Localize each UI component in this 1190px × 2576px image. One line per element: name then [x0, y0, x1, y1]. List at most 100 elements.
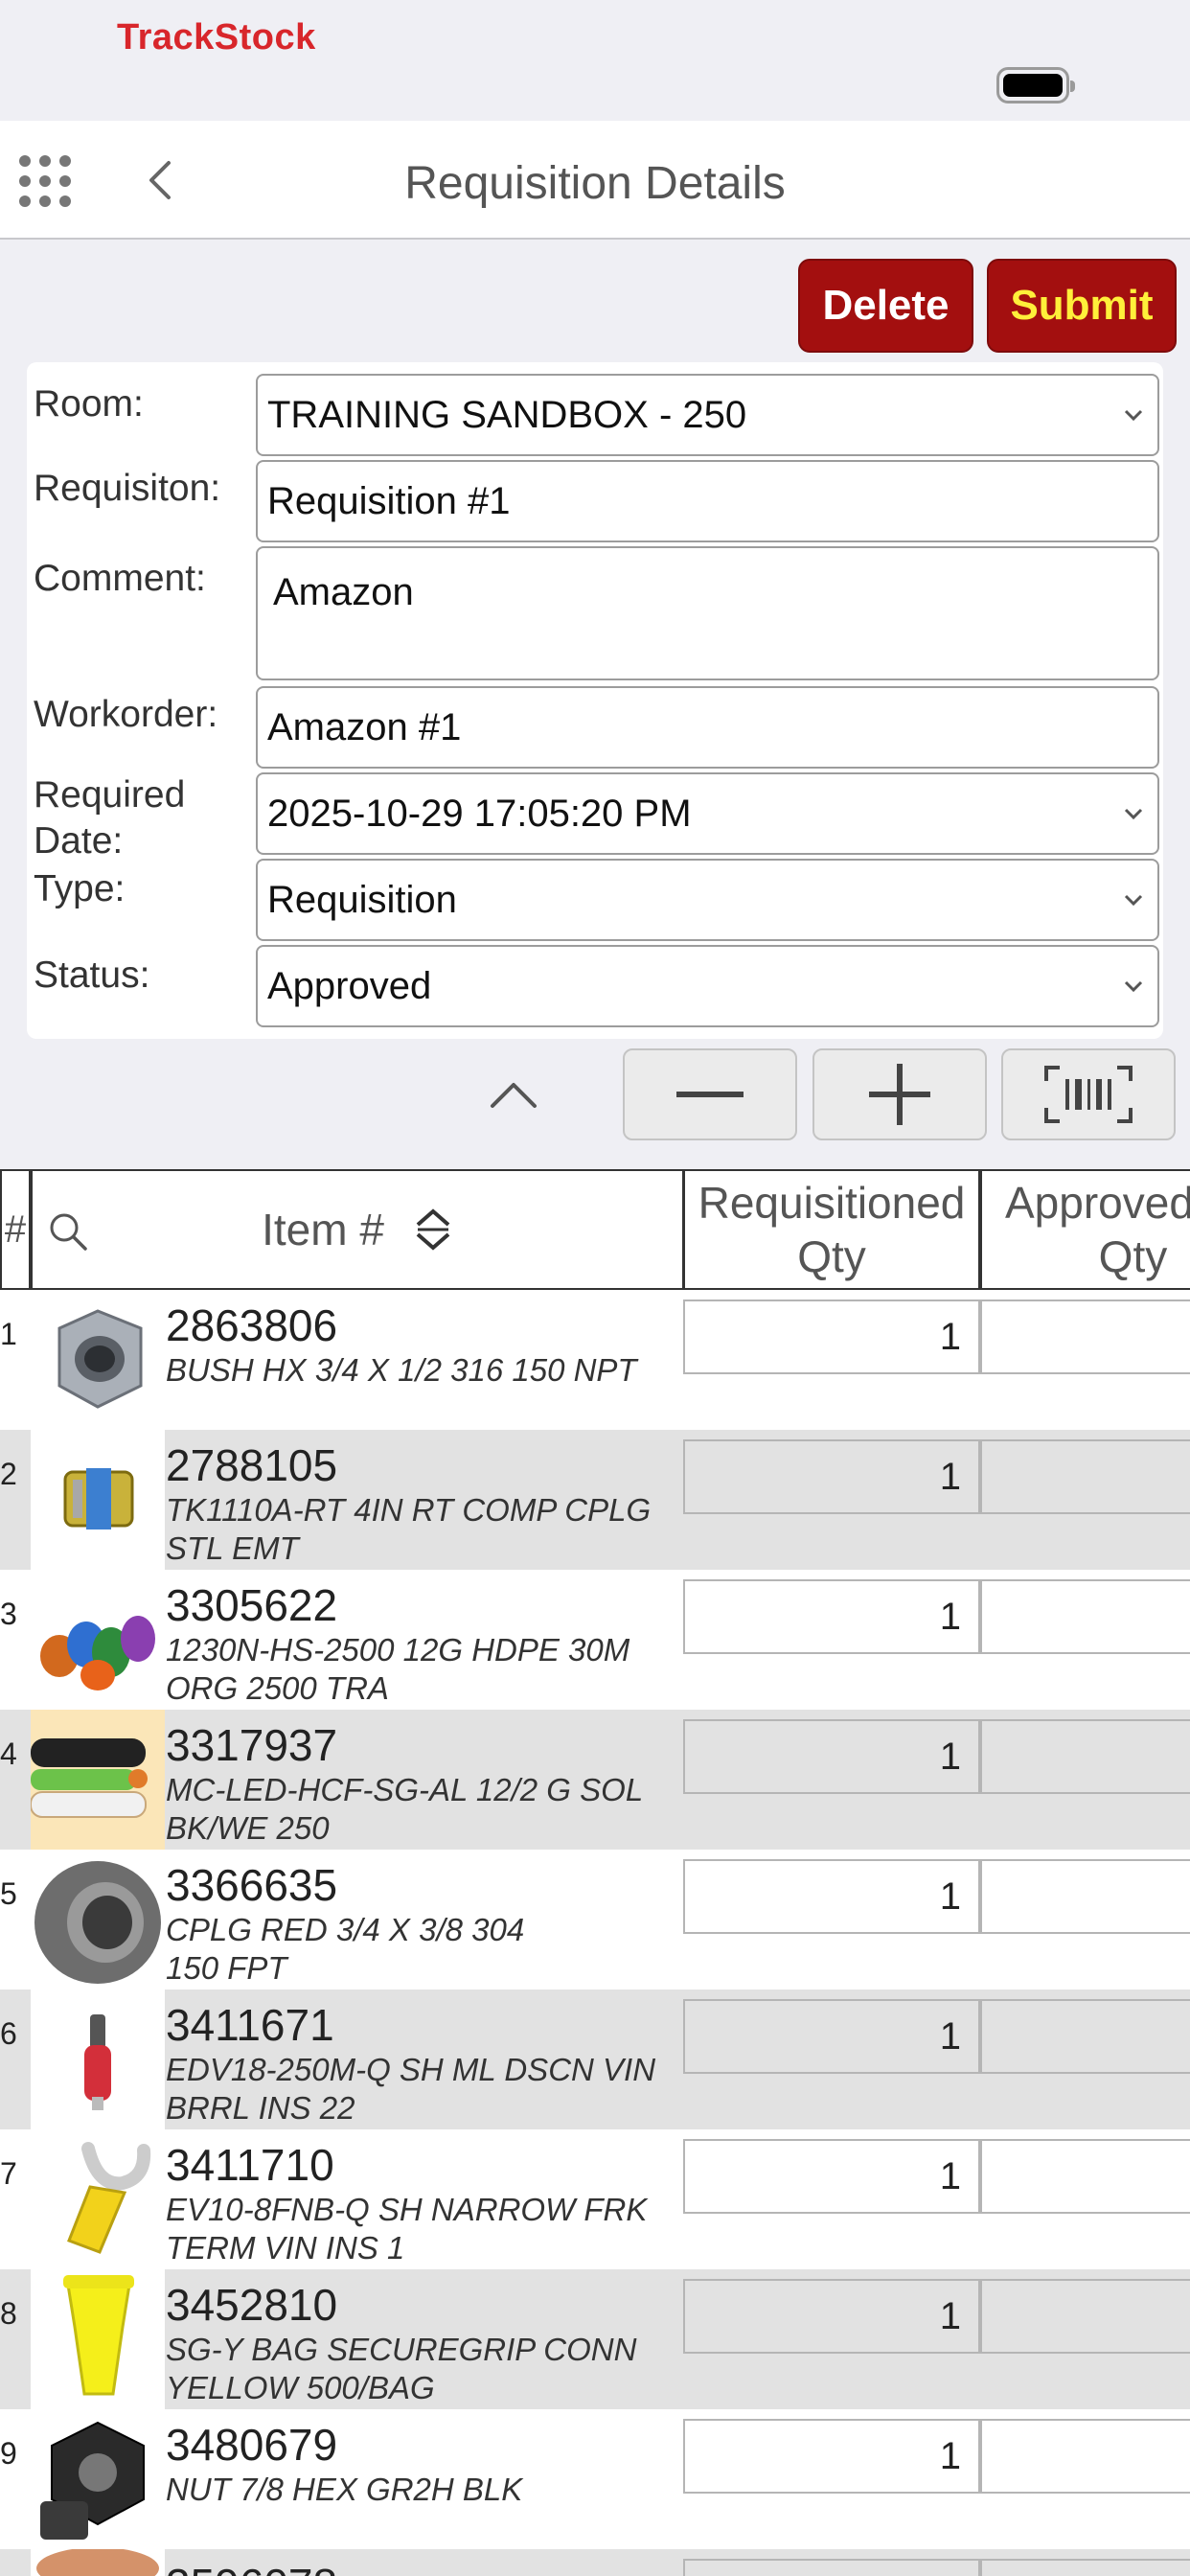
table-row[interactable]: 6 3411671 EDV18-250M-Q SH ML DSCN VIN BR… [0, 1990, 1190, 2129]
item-code: 2863806 [166, 1300, 338, 1350]
items-table-header: # Item # Requisitioned Qty Approved Qty [0, 1169, 1190, 1290]
col-header-approved-qty: Approved Qty [980, 1169, 1190, 1290]
status-label: Status: [34, 954, 150, 996]
table-row[interactable]: 9 3480679 NUT 7/8 HEX GR2H BLK 1 [0, 2409, 1190, 2549]
chevron-down-icon [1124, 808, 1143, 820]
type-value: Requisition [267, 878, 457, 921]
item-thumbnail [31, 2269, 165, 2409]
item-thumbnail [31, 2549, 165, 2576]
col-header-item-label: Item # [262, 1205, 384, 1254]
requisition-value: Requisition #1 [267, 479, 511, 522]
item-thumbnail [31, 1570, 165, 1710]
item-description: 1230N-HS-2500 12G HDPE 30M ORG 2500 TRA [166, 1632, 630, 1706]
submit-button[interactable]: Submit [987, 259, 1177, 353]
approved-qty-input[interactable] [980, 1719, 1190, 1794]
required-date-value: 2025-10-29 17:05:20 PM [267, 792, 692, 835]
workorder-input[interactable]: Amazon #1 [256, 686, 1159, 769]
item-description: EDV18-250M-Q SH ML DSCN VIN BRRL INS 22 [166, 2052, 656, 2126]
row-number: 6 [0, 2016, 17, 2051]
approved-qty-input[interactable] [980, 2279, 1190, 2354]
comment-label: Comment: [34, 558, 206, 599]
approved-qty-input[interactable] [980, 1300, 1190, 1374]
room-label: Room: [34, 383, 144, 425]
requisitioned-qty-input[interactable]: 1 [683, 1579, 980, 1654]
approved-qty-input[interactable] [980, 1859, 1190, 1934]
row-number: 3 [0, 1597, 17, 1631]
item-description: EV10-8FNB-Q SH NARROW FRK TERM VIN INS 1 [166, 2192, 648, 2266]
table-row[interactable]: 7 3411710 EV10-8FNB-Q SH NARROW FRK TERM… [0, 2129, 1190, 2269]
item-thumbnail [31, 1710, 165, 1850]
item-thumbnail [31, 1430, 165, 1570]
requisitioned-qty-input[interactable]: 1 [683, 2279, 980, 2354]
item-thumbnail [31, 1290, 165, 1430]
table-row[interactable]: 10 3596078 1 [0, 2549, 1190, 2576]
row-number: 9 [0, 2436, 17, 2471]
type-select[interactable]: Requisition [256, 859, 1159, 941]
room-value: TRAINING SANDBOX - 250 [267, 393, 747, 436]
requisitioned-qty-input[interactable]: 1 [683, 2559, 980, 2576]
item-code: 3317937 [166, 1720, 338, 1770]
barcode-scan-button[interactable] [1001, 1048, 1176, 1140]
table-row[interactable]: 5 3366635 CPLG RED 3/4 X 3/8 304 150 FPT… [0, 1850, 1190, 1990]
row-number: 1 [0, 1317, 17, 1351]
minus-icon [676, 1092, 744, 1097]
requisition-label: Requisiton: [34, 468, 221, 509]
row-number: 8 [0, 2296, 17, 2331]
table-row[interactable]: 8 3452810 SG-Y BAG SECUREGRIP CONN YELLO… [0, 2269, 1190, 2409]
plus-icon [869, 1064, 930, 1125]
requisitioned-qty-input[interactable]: 1 [683, 1859, 980, 1934]
approved-qty-input[interactable] [980, 2559, 1190, 2576]
delete-button[interactable]: Delete [798, 259, 973, 353]
increase-button[interactable] [812, 1048, 987, 1140]
table-row[interactable]: 3 3305622 1230N-HS-2500 12G HDPE 30M ORG… [0, 1570, 1190, 1710]
item-thumbnail [31, 1850, 165, 1990]
requisitioned-qty-input[interactable]: 1 [683, 1719, 980, 1794]
search-icon[interactable] [48, 1211, 88, 1252]
requisitioned-qty-input[interactable]: 1 [683, 1300, 980, 1374]
workorder-label: Workorder: [34, 694, 218, 735]
approved-qty-input[interactable] [980, 1439, 1190, 1514]
col-header-requisitioned-qty: Requisitioned Qty [683, 1169, 980, 1290]
approved-qty-input[interactable] [980, 2419, 1190, 2494]
col-header-item[interactable]: Item # [31, 1169, 684, 1290]
table-row[interactable]: 4 3317937 MC-LED-HCF-SG-AL 12/2 G SOL BK… [0, 1710, 1190, 1850]
collapse-chevron-up-icon[interactable] [487, 1077, 540, 1112]
nav-bar: Requisition Details [0, 121, 1190, 240]
decrease-button[interactable] [623, 1048, 797, 1140]
requisition-form: Room: TRAINING SANDBOX - 250 Requisiton:… [27, 362, 1163, 1039]
row-number: 7 [0, 2156, 17, 2191]
required-date-select[interactable]: 2025-10-29 17:05:20 PM [256, 772, 1159, 855]
sort-icon[interactable] [413, 1207, 453, 1253]
requisitioned-qty-input[interactable]: 1 [683, 2419, 980, 2494]
chevron-down-icon [1124, 980, 1143, 993]
item-code: 3596078 [166, 2559, 337, 2576]
requisitioned-qty-input[interactable]: 1 [683, 1999, 980, 2074]
item-description: BUSH HX 3/4 X 1/2 316 150 NPT [166, 1352, 637, 1388]
status-select[interactable]: Approved [256, 945, 1159, 1027]
status-value: Approved [267, 964, 432, 1007]
item-code: 3452810 [166, 2280, 338, 2330]
item-thumbnail [31, 2129, 165, 2269]
item-code: 3480679 [166, 2420, 338, 2470]
barcode-scan-icon [1044, 1066, 1133, 1123]
row-number: 4 [0, 1736, 17, 1771]
page-title: Requisition Details [404, 158, 786, 209]
requisition-input[interactable]: Requisition #1 [256, 460, 1159, 542]
item-code: 3305622 [166, 1580, 338, 1630]
chevron-down-icon [1124, 409, 1143, 422]
requisitioned-qty-input[interactable]: 1 [683, 1439, 980, 1514]
approved-qty-input[interactable] [980, 1579, 1190, 1654]
type-label: Type: [34, 868, 126, 909]
approved-qty-input[interactable] [980, 2139, 1190, 2214]
approved-qty-input[interactable] [980, 1999, 1190, 2074]
table-row[interactable]: 1 2863806 BUSH HX 3/4 X 1/2 316 150 NPT … [0, 1290, 1190, 1430]
workorder-value: Amazon #1 [267, 705, 462, 748]
table-row[interactable]: 2 2788105 TK1110A-RT 4IN RT COMP CPLG ST… [0, 1430, 1190, 1570]
item-description: MC-LED-HCF-SG-AL 12/2 G SOL BK/WE 250 [166, 1772, 643, 1846]
status-bar: TrackStock [0, 0, 1190, 121]
requisitioned-qty-input[interactable]: 1 [683, 2139, 980, 2214]
brand-label: TrackStock [117, 17, 316, 58]
row-number: 2 [0, 1457, 17, 1491]
room-select[interactable]: TRAINING SANDBOX - 250 [256, 374, 1159, 456]
comment-textarea[interactable]: Amazon [256, 546, 1159, 680]
